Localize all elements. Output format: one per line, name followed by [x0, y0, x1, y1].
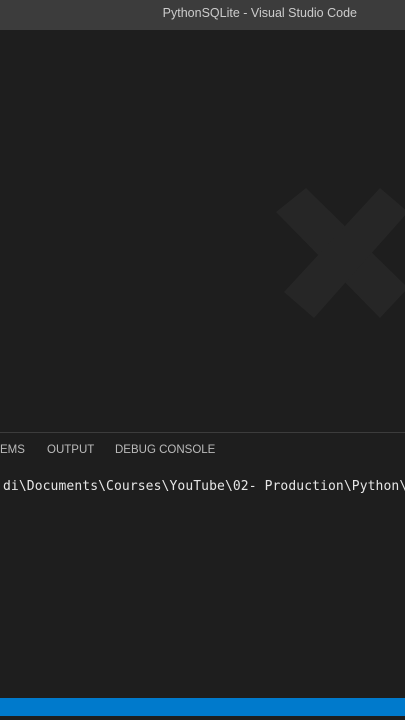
- bottom-panel: EMS OUTPUT DEBUG CONSOLE di\Documents\Co…: [0, 433, 405, 698]
- title-bar[interactable]: PythonSQLite - Visual Studio Code: [0, 0, 405, 30]
- window-title: PythonSQLite - Visual Studio Code: [162, 6, 357, 20]
- terminal-prompt-line: di\Documents\Courses\YouTube\02- Product…: [3, 479, 405, 494]
- editor-area[interactable]: [0, 30, 405, 432]
- tab-problems[interactable]: EMS: [0, 444, 25, 456]
- status-bar-edge: [0, 716, 405, 720]
- vscode-window: PythonSQLite - Visual Studio Code EMS OU…: [0, 0, 405, 720]
- terminal-view[interactable]: di\Documents\Courses\YouTube\02- Product…: [0, 477, 405, 697]
- vscode-logo-icon: [276, 188, 405, 318]
- tab-debug-console[interactable]: DEBUG CONSOLE: [115, 444, 215, 456]
- tab-output[interactable]: OUTPUT: [47, 444, 94, 456]
- panel-tab-bar: EMS OUTPUT DEBUG CONSOLE: [0, 433, 405, 467]
